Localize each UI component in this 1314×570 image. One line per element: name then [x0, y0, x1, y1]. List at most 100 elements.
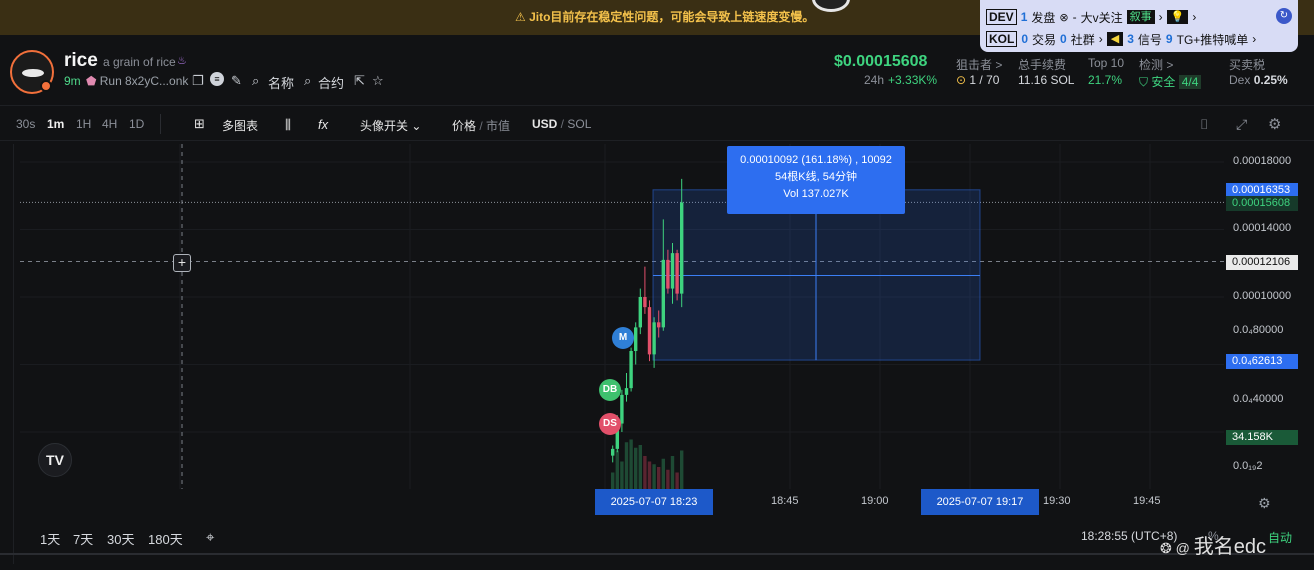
- drawing-tools-rail[interactable]: [0, 144, 14, 564]
- range-30d[interactable]: 30天: [107, 529, 134, 548]
- settings-gear-icon[interactable]: ⚙: [1268, 115, 1281, 133]
- bulb-icon[interactable]: 💡: [1166, 10, 1189, 24]
- axis-settings-icon[interactable]: ⚙: [1258, 495, 1271, 512]
- crosshair-price-label: 0.00012106: [1226, 255, 1298, 270]
- camera-icon[interactable]: ⌷: [1200, 116, 1208, 133]
- crosshair-add-icon[interactable]: +: [173, 254, 191, 272]
- refresh-icon[interactable]: ↻: [1276, 8, 1292, 24]
- volume-bar: [638, 445, 642, 489]
- interval-1m[interactable]: 1m: [47, 117, 64, 131]
- candle-body: [657, 322, 661, 328]
- price-change: +3.33K%: [888, 73, 938, 87]
- menu-circle-icon[interactable]: ≡: [210, 72, 224, 86]
- search-name-link[interactable]: 名称: [268, 73, 294, 92]
- marker-m[interactable]: M: [612, 327, 634, 349]
- volume-bar: [661, 458, 665, 489]
- range-7d[interactable]: 7天: [73, 529, 93, 548]
- candle-body: [620, 394, 624, 424]
- fullscreen-icon[interactable]: ⤢: [1236, 116, 1247, 133]
- volume-bar: [629, 439, 633, 489]
- app-logo-icon[interactable]: [812, 0, 850, 12]
- time-tick: 19:30: [1043, 495, 1071, 507]
- candlestick-chart[interactable]: [20, 144, 1224, 489]
- star-icon[interactable]: ☆: [372, 73, 384, 89]
- measure-line-2: 54根K线, 54分钟: [775, 171, 857, 183]
- watermark-logo-icon: ❂ @: [1160, 540, 1194, 556]
- plus-square-icon[interactable]: ⊞: [194, 116, 205, 132]
- candle-body: [670, 253, 675, 289]
- measure-line-1: 0.00010092 (161.18%) , 10092: [740, 154, 892, 166]
- price-tick: 0.00018000: [1233, 155, 1292, 167]
- candle-body: [634, 327, 638, 351]
- warning-icon: ⚠: [515, 10, 530, 24]
- copy-icon[interactable]: ❐: [192, 73, 204, 89]
- tax-value: Dex 0.25%: [1229, 73, 1288, 87]
- toolbar-divider-bottom: [0, 140, 1314, 141]
- dev-kol-panel: DEV 1 发盘 ⊗ - 大v关注 叙事 › 💡 › KOL 0 交易 0 社群…: [980, 0, 1298, 52]
- story-button[interactable]: 叙事: [1126, 10, 1155, 24]
- search-icon[interactable]: ⌕: [252, 73, 259, 89]
- volume-bar: [634, 447, 638, 489]
- currency-toggle[interactable]: USD / SOL: [532, 117, 591, 131]
- shield-check-icon: ⛉: [1139, 75, 1152, 89]
- external-link-icon[interactable]: ⇱: [354, 73, 365, 89]
- snipers-label[interactable]: 狙击者 >: [956, 56, 1002, 73]
- feather-icon[interactable]: ✎: [231, 73, 242, 89]
- check-value: ⛉ 安全 4/4: [1139, 73, 1202, 90]
- interval-1h[interactable]: 1H: [76, 117, 91, 131]
- interval-1d[interactable]: 1D: [129, 117, 144, 131]
- time-tick: 18:45: [771, 495, 799, 507]
- chevron-down-icon: ⌄: [411, 119, 422, 133]
- top10-label: Top 10: [1088, 56, 1125, 70]
- change-period: 24h: [864, 73, 885, 87]
- chevron-right-icon: ›: [1192, 10, 1197, 24]
- candle-body: [624, 388, 629, 395]
- tax-label: 买卖税: [1229, 58, 1266, 72]
- check-label[interactable]: 检测 >: [1139, 56, 1173, 73]
- price-tick: 0.00010000: [1233, 290, 1292, 302]
- auto-scale-toggle[interactable]: 自动: [1268, 529, 1292, 546]
- indicators-fx-icon[interactable]: fx: [318, 117, 328, 132]
- search-icon[interactable]: ⌕: [304, 73, 311, 89]
- goto-date-icon[interactable]: ⌖: [206, 529, 214, 546]
- banner-text: ⚠ Jito目前存在稳定性问题，可能会导致上链速度变慢。: [515, 10, 815, 24]
- candle-type-icon[interactable]: ⫼: [285, 117, 291, 133]
- interval-4h[interactable]: 4H: [102, 117, 117, 131]
- volume-bar: [624, 442, 629, 489]
- fees-label: 总手续费: [1018, 58, 1067, 72]
- community-label: 社群: [1070, 32, 1095, 47]
- range-180d[interactable]: 180天: [148, 529, 183, 548]
- signals-count: 3: [1127, 32, 1134, 46]
- follow-label: 大v关注: [1080, 10, 1123, 25]
- multi-chart-button[interactable]: 多图表: [222, 117, 258, 134]
- avatar-toggle-dropdown[interactable]: 头像开关 ⌄: [360, 117, 421, 134]
- interval-30s[interactable]: 30s: [16, 117, 35, 131]
- price-mcap-toggle[interactable]: 价格 / 市值: [452, 117, 510, 134]
- chevron-right-icon: ›: [1158, 10, 1163, 24]
- volume-bar: [611, 472, 615, 489]
- marker-db[interactable]: DB: [599, 379, 621, 401]
- time-tick: 19:45: [1133, 495, 1161, 507]
- candle-body: [611, 448, 615, 456]
- token-address[interactable]: 8x2yC...onk: [125, 74, 188, 88]
- volume-bar: [620, 461, 624, 489]
- rice-grain-icon: [22, 69, 44, 77]
- toolbar-divider: [160, 114, 161, 134]
- marker-ds[interactable]: DS: [599, 413, 621, 435]
- volume-bar: [643, 456, 647, 489]
- candle-body: [666, 259, 670, 289]
- candle-body: [629, 351, 633, 389]
- search-contract-link[interactable]: 合约: [318, 73, 344, 92]
- time-range-end: 2025-07-07 19:17: [921, 489, 1039, 515]
- candle-body: [675, 253, 679, 294]
- tg-label: TG+推特喊单: [1176, 32, 1249, 47]
- time-tick: 19:00: [861, 495, 889, 507]
- kol-trades-count: 0: [1021, 32, 1029, 46]
- time-range-start: 2025-07-07 18:23: [595, 489, 713, 515]
- megaphone-icon[interactable]: ◀: [1106, 32, 1124, 46]
- chevron-right-icon: ›: [1252, 32, 1257, 46]
- kol-tag: KOL: [986, 31, 1018, 47]
- range-1d[interactable]: 1天: [40, 529, 60, 548]
- tradingview-logo-icon[interactable]: TV: [38, 443, 72, 477]
- volume-bar: [615, 450, 619, 489]
